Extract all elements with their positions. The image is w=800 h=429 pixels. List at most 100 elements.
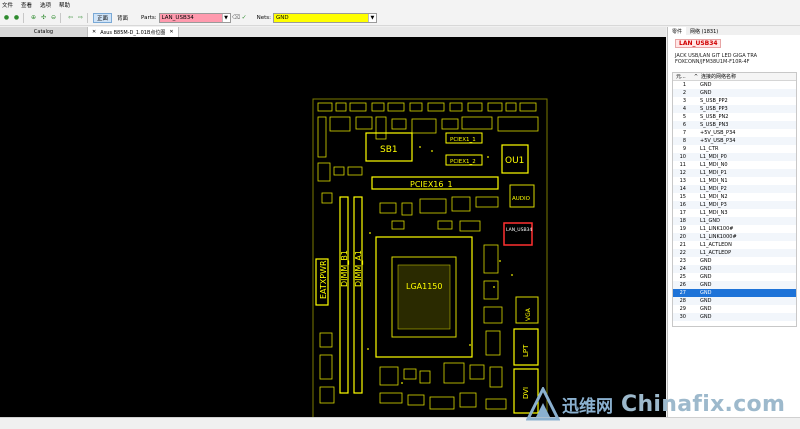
pin-row[interactable]: 13 L1_MDI_N1 <box>673 177 796 185</box>
pin-net-name: L1_MDI_N0 <box>700 162 728 168</box>
nets-value: GND <box>275 14 289 21</box>
pin-row[interactable]: 3 S_USB_PP2 <box>673 97 796 105</box>
open-icon[interactable]: ● <box>3 14 10 21</box>
pin-number: 29 <box>679 306 686 312</box>
pin-net-name: L1_LINK100# <box>700 226 734 232</box>
pin-row[interactable]: 12 L1_MDI_P1 <box>673 169 796 177</box>
nets-combo[interactable]: GND ▼ <box>272 12 377 23</box>
pin-row[interactable]: 10 L1_MDI_P0 <box>673 153 796 161</box>
pin-number: 5 <box>682 114 686 120</box>
pin-row[interactable]: 19 L1_LINK100# <box>673 225 796 233</box>
chevron-down-icon[interactable]: ▼ <box>221 13 230 22</box>
pin-net-name: L1_MDI_P0 <box>700 154 727 160</box>
pin-number: 28 <box>679 298 686 304</box>
pin-row[interactable]: 23 GND <box>673 257 796 265</box>
pin-net-name: L1_MDI_P3 <box>700 202 727 208</box>
dimm-a1-label: DIMM_A1 <box>354 250 363 287</box>
menu-view[interactable]: 查看 <box>21 1 32 9</box>
pin-net-name: L1_MDI_P2 <box>700 186 727 192</box>
tab-catalog[interactable]: Catalog <box>0 27 88 37</box>
column-header-pin[interactable]: 元... <box>673 73 691 80</box>
pin-row[interactable]: 25 GND <box>673 273 796 281</box>
pin-net-name: GND <box>700 290 712 296</box>
zoom-out-icon[interactable]: ⊖ <box>50 14 57 21</box>
sort-up-icon[interactable]: ^ <box>691 74 701 80</box>
pin-row[interactable]: 2 GND <box>673 89 796 97</box>
tab-document-label: Asus B85M-D_1.01B点位图 <box>100 29 166 36</box>
column-header-net[interactable]: 连接的网络名称 <box>701 73 736 80</box>
pin-number: 3 <box>682 98 686 104</box>
tab-document[interactable]: ✕ Asus B85M-D_1.01B点位图 ✕ <box>88 27 179 37</box>
parts-value: LAN_USB34 <box>161 14 194 21</box>
pin-row[interactable]: 4 S_USB_PP3 <box>673 105 796 113</box>
pin-net-name: GND <box>700 298 712 304</box>
zoom-fit-icon[interactable]: ✣ <box>40 14 47 21</box>
pin-number: 20 <box>679 234 686 240</box>
pin-row[interactable]: 21 L1_ACTLEDN <box>673 241 796 249</box>
pin-row[interactable]: 28 GND <box>673 297 796 305</box>
tab-nets[interactable]: 网络 (1831) <box>686 27 722 35</box>
chevron-down-icon[interactable]: ▼ <box>367 13 376 22</box>
pin-net-name: S_USB_PN2 <box>700 114 729 120</box>
menu-options[interactable]: 选项 <box>40 1 51 9</box>
pin-row[interactable]: 7 +5V_USB_P34 <box>673 129 796 137</box>
board-canvas[interactable]: SB1 PCIEX1_1 PCIEX1_2 OU1 AUDIO LAN_USB3… <box>0 37 666 417</box>
lan-usb-label: LAN_USB34 <box>506 227 532 233</box>
pin-number: 15 <box>679 194 686 200</box>
forward-arrow-icon[interactable]: ⇨ <box>77 14 84 21</box>
pin-row[interactable]: 26 GND <box>673 281 796 289</box>
pin-row[interactable]: 18 L1_GND <box>673 217 796 225</box>
board-viewer[interactable]: SB1 PCIEX1_1 PCIEX1_2 OU1 AUDIO LAN_USB3… <box>0 37 666 417</box>
component-name: LAN_USB34 <box>675 39 721 48</box>
pin-net-name: L1_CTR <box>700 146 719 152</box>
pciex16-label: PCIEX16_1 <box>410 180 453 189</box>
menu-file[interactable]: 文件 <box>2 1 13 9</box>
pin-number: 24 <box>679 266 686 272</box>
pin-number: 30 <box>679 314 686 320</box>
clear-parts-icon[interactable]: ⌫ <box>232 14 240 21</box>
pin-row[interactable]: 29 GND <box>673 305 796 313</box>
toolbar: ● ● ⊕ ✣ ⊖ ⇦ ⇨ 正面 背面 Parts: LAN_USB34 ▼ ⌫… <box>0 10 800 26</box>
pin-icon[interactable]: ✓ <box>241 14 248 21</box>
ou1-label: OU1 <box>505 156 524 166</box>
pin-net-name: S_USB_PN3 <box>700 122 729 128</box>
pin-table[interactable]: 元... ^ 连接的网络名称 1 GND 2 GND 3 S_USB_PP2 4 S_USB_… <box>672 72 797 327</box>
menu-help[interactable]: 帮助 <box>59 1 70 9</box>
right-panel-tabs: 零件 网络 (1831) <box>668 27 800 35</box>
pin-row[interactable]: 6 S_USB_PN3 <box>673 121 796 129</box>
parts-combo[interactable]: LAN_USB34 ▼ <box>158 12 231 23</box>
close-icon[interactable]: ✕ <box>169 29 173 35</box>
dimm-a1-slot <box>353 196 363 394</box>
pin-net-name: L1_MDI_P1 <box>700 170 727 176</box>
pin-net-name: GND <box>700 306 712 312</box>
pin-net-name: +5V_USB_P34 <box>700 130 736 136</box>
pin-number: 10 <box>679 154 686 160</box>
pin-row[interactable]: 27 GND <box>673 289 796 297</box>
pin-row[interactable]: 30 GND <box>673 313 796 321</box>
description-line-2: FOXCONN/JFM38U1M-F10R-4F <box>675 59 750 65</box>
pin-row[interactable]: 24 GND <box>673 265 796 273</box>
back-arrow-icon[interactable]: ⇦ <box>67 14 74 21</box>
pin-number: 16 <box>679 202 686 208</box>
front-view-button[interactable]: 正面 <box>93 12 113 23</box>
pin-net-name: GND <box>700 266 712 272</box>
pin-row[interactable]: 11 L1_MDI_N0 <box>673 161 796 169</box>
pin-row[interactable]: 16 L1_MDI_P3 <box>673 201 796 209</box>
tab-parts[interactable]: 零件 <box>668 27 687 35</box>
document-tabs: Catalog ✕ Asus B85M-D_1.01B点位图 ✕ <box>0 27 666 37</box>
pin-row[interactable]: 15 L1_MDI_N2 <box>673 193 796 201</box>
back-view-button[interactable]: 背面 <box>114 13 131 23</box>
pin-row[interactable]: 14 L1_MDI_P2 <box>673 185 796 193</box>
pin-row[interactable]: 5 S_USB_PN2 <box>673 113 796 121</box>
pin-row[interactable]: 8 +5V_USB_P34 <box>673 137 796 145</box>
refresh-icon[interactable]: ● <box>13 14 20 21</box>
close-icon[interactable]: ✕ <box>92 29 96 35</box>
pin-net-name: GND <box>700 82 712 88</box>
pin-row[interactable]: 22 L1_ACTLEDP <box>673 249 796 257</box>
pin-row[interactable]: 9 L1_CTR <box>673 145 796 153</box>
pin-table-header: 元... ^ 连接的网络名称 <box>673 73 796 81</box>
pin-row[interactable]: 20 L1_LINK1000# <box>673 233 796 241</box>
pin-row[interactable]: 17 L1_MDI_N3 <box>673 209 796 217</box>
pin-row[interactable]: 1 GND <box>673 81 796 89</box>
zoom-in-icon[interactable]: ⊕ <box>30 14 37 21</box>
